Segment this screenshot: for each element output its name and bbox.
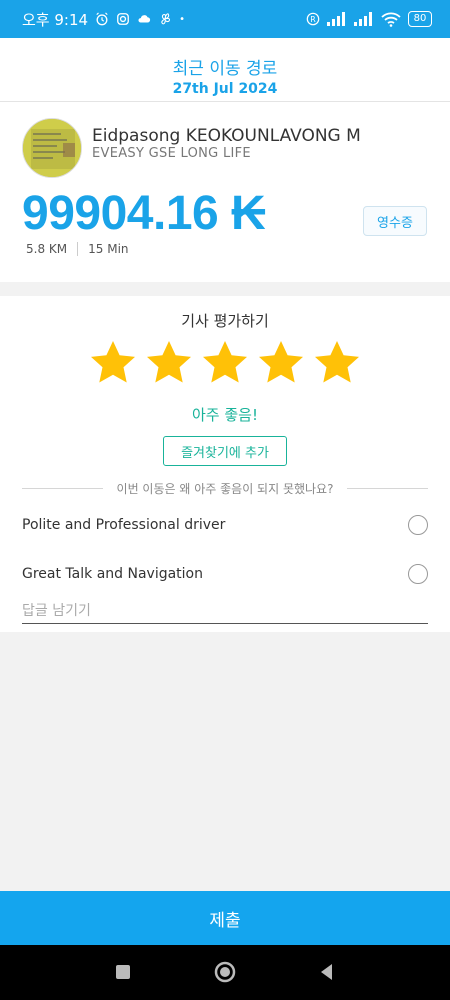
dot-icon: • <box>179 13 185 25</box>
trip-distance: 5.8 KM <box>26 242 68 256</box>
driver-name: Eidpasong KEOKOUNLAVONG M <box>92 126 361 146</box>
home-icon[interactable] <box>214 961 236 983</box>
feedback-option[interactable]: Polite and Professional driver <box>22 505 428 545</box>
meta-divider <box>77 242 79 256</box>
radio-button[interactable] <box>408 564 428 584</box>
trip-duration: 15 Min <box>88 242 129 256</box>
star-icon-1[interactable] <box>88 338 138 388</box>
wifi-icon <box>381 12 401 27</box>
zigzag-edge <box>0 270 450 280</box>
trip-date: 27th Jul 2024 <box>172 81 278 97</box>
star-icon-4[interactable] <box>256 338 306 388</box>
page-header: 최근 이동 경로 27th Jul 2024 <box>0 38 450 102</box>
feedback-question-row: 이번 이동은 왜 아주 좋음이 되지 못했나요? <box>22 480 428 497</box>
feedback-question: 이번 이동은 왜 아주 좋음이 되지 못했나요? <box>116 482 334 496</box>
rating-result: 아주 좋음! <box>192 406 258 424</box>
status-bar: 오후 9:14 • R 80 <box>0 0 450 38</box>
alarm-icon <box>96 12 108 26</box>
instagram-icon <box>117 13 129 25</box>
feedback-option-label: Polite and Professional driver <box>22 517 226 533</box>
signal-icon-2 <box>354 12 372 26</box>
registered-icon: R <box>306 12 320 26</box>
battery-icon: 80 <box>408 11 432 27</box>
signal-icon <box>327 12 345 26</box>
star-icon-2[interactable] <box>144 338 194 388</box>
trip-fare: 99904.16 ₭ <box>22 187 266 240</box>
back-icon[interactable] <box>316 961 338 983</box>
page-title: 최근 이동 경로 <box>172 59 278 79</box>
star-rating[interactable] <box>88 338 362 388</box>
divider-line <box>22 488 103 489</box>
driver-avatar <box>22 118 82 178</box>
svg-text:R: R <box>310 15 316 24</box>
recents-icon[interactable] <box>112 961 134 983</box>
feedback-option-label: Great Talk and Navigation <box>22 566 203 582</box>
trip-summary-card: Eidpasong KEOKOUNLAVONG M EVEASY GSE LON… <box>0 102 450 282</box>
star-icon-3[interactable] <box>200 338 250 388</box>
system-nav-bar <box>0 945 450 1000</box>
add-favorite-button[interactable]: 즐겨찾기에 추가 <box>163 436 287 466</box>
cloud-icon <box>138 15 151 23</box>
rating-section: 기사 평가하기 아주 좋음! 즐겨찾기에 추가 이번 이동은 왜 아주 좋음이 … <box>0 296 450 632</box>
receipt-button[interactable]: 영수증 <box>363 206 427 236</box>
comment-input[interactable]: 답글 남기기 <box>22 598 428 624</box>
feedback-option[interactable]: Great Talk and Navigation <box>22 554 428 594</box>
rating-title: 기사 평가하기 <box>181 312 269 330</box>
driver-company: EVEASY GSE LONG LIFE <box>92 146 251 161</box>
status-time: 오후 9:14 <box>22 10 89 29</box>
divider-line <box>347 488 428 489</box>
pinwheel-icon <box>161 13 171 25</box>
radio-button[interactable] <box>408 515 428 535</box>
trip-meta: 5.8 KM 15 Min <box>26 242 129 256</box>
submit-button[interactable]: 제출 <box>0 891 450 945</box>
star-icon-5[interactable] <box>312 338 362 388</box>
